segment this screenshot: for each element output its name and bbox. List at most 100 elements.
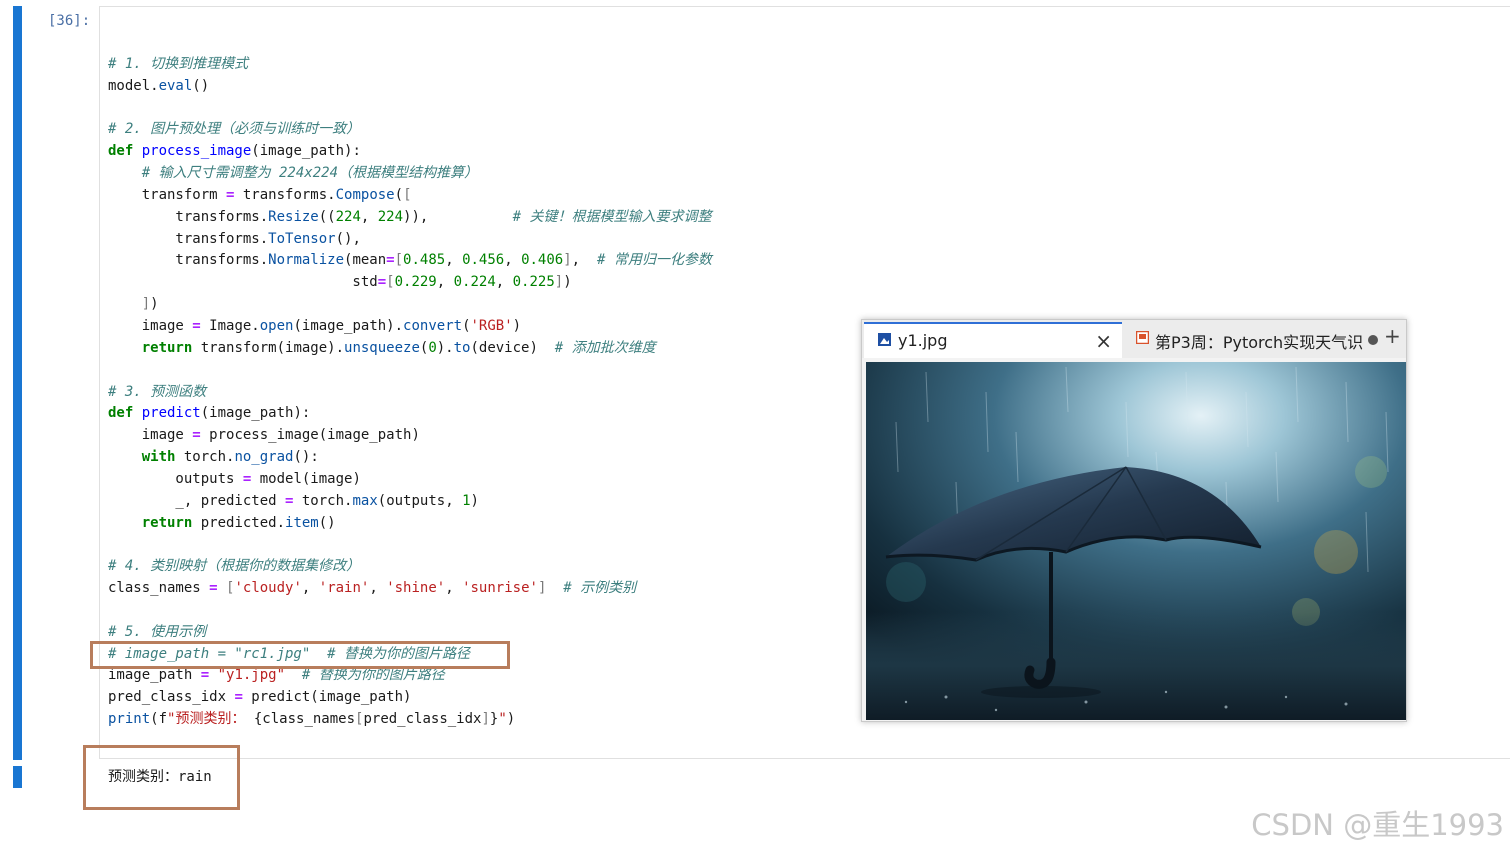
output-cell-indicator[interactable]: [13, 766, 22, 788]
code-token: to: [453, 339, 471, 356]
code-token: # 2. 图片预处理（必须与训练时一致）: [108, 121, 361, 138]
tab-y1-jpg[interactable]: y1.jpg ×: [864, 322, 1122, 358]
code-line[interactable]: print(f"预测类别： {class_names[pred_class_id…: [108, 709, 712, 731]
code-token: ): [512, 317, 522, 334]
code-token: (: [462, 317, 471, 334]
code-line[interactable]: _, predicted = torch.max(outputs, 1): [108, 491, 712, 513]
code-line[interactable]: std=[0.229, 0.224, 0.225]): [108, 272, 712, 294]
code-token: return: [141, 339, 193, 356]
code-line[interactable]: # 1. 切换到推理模式: [108, 54, 712, 76]
code-token: transforms.: [234, 186, 336, 203]
code-token: process_image(image_path): [200, 427, 420, 444]
code-line[interactable]: model.eval(): [108, 76, 712, 98]
code-token: ToTensor: [268, 230, 336, 247]
code-token: (f: [150, 711, 168, 728]
code-lines[interactable]: # 1. 切换到推理模式 model.eval() # 2. 图片预处理（必须与训…: [108, 32, 712, 731]
new-tab-button[interactable]: +: [1384, 324, 1401, 348]
code-token: std: [108, 274, 378, 291]
code-token: 0.485: [403, 252, 446, 269]
code-token: predict(image_path): [242, 689, 412, 706]
code-token: (): [192, 77, 210, 94]
code-token: Normalize: [268, 252, 345, 269]
code-token: torch.: [293, 492, 353, 509]
code-token: # 1. 切换到推理模式: [108, 55, 249, 72]
code-token: ,: [301, 580, 319, 597]
code-line[interactable]: transform = transforms.Compose([: [108, 185, 712, 207]
code-line[interactable]: return transform(image).unsqueeze(0).to(…: [108, 338, 712, 360]
code-token: # 输入尺寸需调整为 224x224（根据模型结构推算）: [141, 165, 479, 182]
code-line[interactable]: pred_class_idx = predict(image_path): [108, 687, 712, 709]
code-line[interactable]: image = process_image(image_path): [108, 425, 712, 447]
tab-p3-pytorch[interactable]: 第P3周：Pytorch实现天气识: [1124, 322, 1380, 356]
code-token: =: [200, 667, 210, 684]
code-token: ): [563, 274, 572, 291]
code-line[interactable]: [108, 360, 712, 382]
code-line[interactable]: transforms.Resize((224, 224)), # 关键！根据模型…: [108, 207, 712, 229]
code-line[interactable]: outputs = model(image): [108, 469, 712, 491]
code-line[interactable]: def predict(image_path):: [108, 403, 712, 425]
code-line[interactable]: # 2. 图片预处理（必须与训练时一致）: [108, 119, 712, 141]
code-line[interactable]: transforms.ToTensor(),: [108, 229, 712, 251]
code-line[interactable]: # 输入尺寸需调整为 224x224（根据模型结构推算）: [108, 163, 712, 185]
code-token: 0.406: [521, 252, 564, 269]
code-token: 0: [428, 339, 437, 356]
code-token: ): [470, 492, 479, 509]
code-line[interactable]: [108, 534, 712, 556]
code-token: ():: [293, 449, 319, 466]
code-line[interactable]: [108, 600, 712, 622]
code-token: Compose: [335, 186, 395, 203]
code-token: =: [209, 580, 218, 597]
code-token: 1: [462, 492, 471, 509]
code-line[interactable]: [108, 98, 712, 120]
code-token: [: [394, 252, 404, 269]
image-icon: [878, 333, 891, 346]
code-token: 'RGB': [470, 317, 513, 334]
code-token: (outputs,: [377, 492, 463, 509]
code-line[interactable]: with torch.no_grad():: [108, 447, 712, 469]
code-token: unsqueeze: [344, 339, 420, 356]
code-line[interactable]: # 4. 类别映射（根据你的数据集修改）: [108, 556, 712, 578]
code-token: =: [377, 274, 387, 291]
code-line[interactable]: # 3. 预测函数: [108, 382, 712, 404]
umbrella-in-rain-photo: [866, 362, 1406, 720]
code-token: Image.: [200, 317, 260, 334]
code-token: model(image): [251, 470, 361, 487]
code-line[interactable]: transforms.Normalize(mean=[0.485, 0.456,…: [108, 250, 712, 272]
code-token: _, predicted: [108, 492, 286, 509]
code-line[interactable]: ]): [108, 294, 712, 316]
code-token: ]: [481, 711, 490, 728]
code-token: 224: [377, 208, 404, 225]
code-line[interactable]: class_names = ['cloudy', 'rain', 'shine'…: [108, 578, 712, 600]
image-viewer-window[interactable]: y1.jpg × 第P3周：Pytorch实现天气识 +: [861, 319, 1407, 722]
code-line[interactable]: [108, 32, 712, 54]
code-token: print: [108, 711, 151, 728]
code-token: (image_path):: [200, 405, 311, 422]
code-token: (image_path):: [251, 143, 361, 160]
code-token: ]: [563, 252, 572, 269]
document-icon: [1136, 331, 1149, 344]
code-token: convert: [403, 317, 463, 334]
code-token: transform(image).: [192, 339, 345, 356]
code-line[interactable]: return predicted.item(): [108, 513, 712, 535]
close-tab-icon[interactable]: ×: [1095, 329, 1112, 353]
code-token: Resize: [268, 208, 319, 225]
code-line[interactable]: image = Image.open(image_path).convert('…: [108, 316, 712, 338]
code-token: # 4. 类别映射（根据你的数据集修改）: [108, 558, 361, 575]
code-token: =: [234, 689, 243, 706]
code-token: ,: [571, 252, 597, 269]
code-token: class_names: [108, 580, 210, 597]
code-line[interactable]: def process_image(image_path):: [108, 141, 712, 163]
cell-output: 预测类别：rain: [108, 769, 212, 785]
code-token: (): [318, 514, 336, 531]
code-token: image: [108, 427, 193, 444]
code-token: item: [285, 514, 319, 531]
code-token: # 常用归一化参数: [596, 252, 712, 269]
code-token: (image_path).: [293, 317, 404, 334]
code-token: "预测类别：: [167, 711, 246, 728]
code-token: [: [386, 274, 395, 291]
active-cell-indicator[interactable]: [13, 6, 22, 760]
